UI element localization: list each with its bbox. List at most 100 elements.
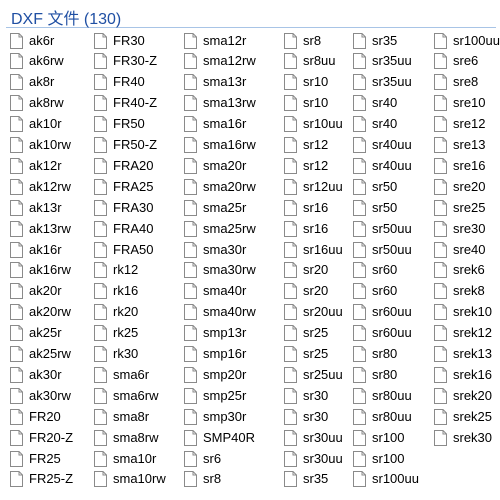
file-item[interactable]: ak25rw — [10, 344, 94, 365]
file-item[interactable]: FRA40 — [94, 218, 178, 239]
file-item[interactable]: sr100uu — [434, 30, 500, 51]
file-item[interactable]: srek10 — [434, 302, 500, 323]
file-item[interactable]: srek13 — [434, 344, 500, 365]
file-item[interactable]: ak12r — [10, 155, 94, 176]
file-item[interactable]: FRA50 — [94, 239, 178, 260]
file-item[interactable]: sma8rw — [94, 427, 178, 448]
file-item[interactable]: sma40rw — [184, 302, 268, 323]
file-item[interactable]: sma30r — [184, 239, 268, 260]
file-item[interactable]: srek25 — [434, 406, 500, 427]
file-item[interactable]: sre13 — [434, 135, 500, 156]
file-item[interactable]: srek20 — [434, 385, 500, 406]
file-item[interactable]: ak30rw — [10, 385, 94, 406]
file-item[interactable]: FR50-Z — [94, 135, 178, 156]
file-item[interactable]: sr8 — [184, 469, 268, 490]
file-item[interactable]: FR50 — [94, 114, 178, 135]
file-item[interactable]: sr80 — [353, 364, 437, 385]
file-item[interactable]: ak6r — [10, 30, 94, 51]
file-item[interactable]: sma10r — [94, 448, 178, 469]
file-item[interactable]: sre25 — [434, 197, 500, 218]
file-item[interactable]: smp30r — [184, 406, 268, 427]
file-item[interactable]: sr80 — [353, 344, 437, 365]
file-item[interactable]: sr40uu — [353, 135, 437, 156]
file-item[interactable]: ak10rw — [10, 135, 94, 156]
file-item[interactable]: sr50 — [353, 176, 437, 197]
file-item[interactable]: sre20 — [434, 176, 500, 197]
file-item[interactable]: sre8 — [434, 72, 500, 93]
file-item[interactable]: ak6rw — [10, 51, 94, 72]
file-item[interactable]: sr50uu — [353, 239, 437, 260]
file-item[interactable]: rk20 — [94, 302, 178, 323]
file-item[interactable]: FRA25 — [94, 176, 178, 197]
file-item[interactable]: sma40r — [184, 281, 268, 302]
file-item[interactable]: sma16rw — [184, 135, 268, 156]
file-item[interactable]: rk12 — [94, 260, 178, 281]
file-item[interactable]: ak8rw — [10, 93, 94, 114]
file-item[interactable]: sma20r — [184, 155, 268, 176]
file-item[interactable]: sma25rw — [184, 218, 268, 239]
file-item[interactable]: sr50uu — [353, 218, 437, 239]
file-item[interactable]: ak20rw — [10, 302, 94, 323]
file-item[interactable]: sma13rw — [184, 93, 268, 114]
file-item[interactable]: ak16rw — [10, 260, 94, 281]
file-item[interactable]: sma8r — [94, 406, 178, 427]
file-item[interactable]: ak8r — [10, 72, 94, 93]
file-item[interactable]: FR25 — [10, 448, 94, 469]
file-item[interactable]: sr35uu — [353, 51, 437, 72]
file-item[interactable]: sre6 — [434, 51, 500, 72]
file-item[interactable]: sma6r — [94, 364, 178, 385]
file-item[interactable]: FR40-Z — [94, 93, 178, 114]
file-item[interactable]: sr35uu — [353, 72, 437, 93]
file-item[interactable]: FR25-Z — [10, 469, 94, 490]
file-item[interactable]: sr80uu — [353, 406, 437, 427]
file-item[interactable]: ak30r — [10, 364, 94, 385]
file-item[interactable]: ak10r — [10, 114, 94, 135]
file-item[interactable]: ak20r — [10, 281, 94, 302]
file-item[interactable]: sre40 — [434, 239, 500, 260]
file-item[interactable]: sr40uu — [353, 155, 437, 176]
file-item[interactable]: sma6rw — [94, 385, 178, 406]
file-item[interactable]: ak13r — [10, 197, 94, 218]
file-item[interactable]: FR30-Z — [94, 51, 178, 72]
file-item[interactable]: FR30 — [94, 30, 178, 51]
file-item[interactable]: smp16r — [184, 344, 268, 365]
file-item[interactable]: sma16r — [184, 114, 268, 135]
file-item[interactable]: sr6 — [184, 448, 268, 469]
file-item[interactable]: sr60 — [353, 281, 437, 302]
file-item[interactable]: ak13rw — [10, 218, 94, 239]
file-item[interactable]: sr50 — [353, 197, 437, 218]
file-item[interactable]: sr100uu — [353, 469, 437, 490]
file-item[interactable]: sma10rw — [94, 469, 178, 490]
file-item[interactable]: rk25 — [94, 323, 178, 344]
file-item[interactable]: SMP40R — [184, 427, 268, 448]
file-item[interactable]: ak25r — [10, 323, 94, 344]
file-item[interactable]: sre30 — [434, 218, 500, 239]
file-item[interactable]: sre10 — [434, 93, 500, 114]
file-item[interactable]: FRA20 — [94, 155, 178, 176]
file-item[interactable]: ak12rw — [10, 176, 94, 197]
file-item[interactable]: srek30 — [434, 427, 500, 448]
file-item[interactable]: sr80uu — [353, 385, 437, 406]
file-item[interactable]: sr60uu — [353, 323, 437, 344]
file-item[interactable]: srek8 — [434, 281, 500, 302]
file-item[interactable]: srek12 — [434, 323, 500, 344]
file-item[interactable]: sr35 — [353, 30, 437, 51]
file-item[interactable]: rk30 — [94, 344, 178, 365]
file-item[interactable]: rk16 — [94, 281, 178, 302]
file-item[interactable]: sr60uu — [353, 302, 437, 323]
file-item[interactable]: smp25r — [184, 385, 268, 406]
file-item[interactable]: smp13r — [184, 323, 268, 344]
file-item[interactable]: sma20rw — [184, 176, 268, 197]
file-item[interactable]: sr40 — [353, 93, 437, 114]
file-item[interactable]: ak16r — [10, 239, 94, 260]
file-item[interactable]: sr100 — [353, 448, 437, 469]
file-item[interactable]: sma25r — [184, 197, 268, 218]
file-item[interactable]: sma30rw — [184, 260, 268, 281]
file-item[interactable]: sma13r — [184, 72, 268, 93]
file-item[interactable]: srek16 — [434, 364, 500, 385]
file-item[interactable]: sr40 — [353, 114, 437, 135]
file-item[interactable]: sma12r — [184, 30, 268, 51]
file-item[interactable]: sma12rw — [184, 51, 268, 72]
file-item[interactable]: srek6 — [434, 260, 500, 281]
file-item[interactable]: FRA30 — [94, 197, 178, 218]
